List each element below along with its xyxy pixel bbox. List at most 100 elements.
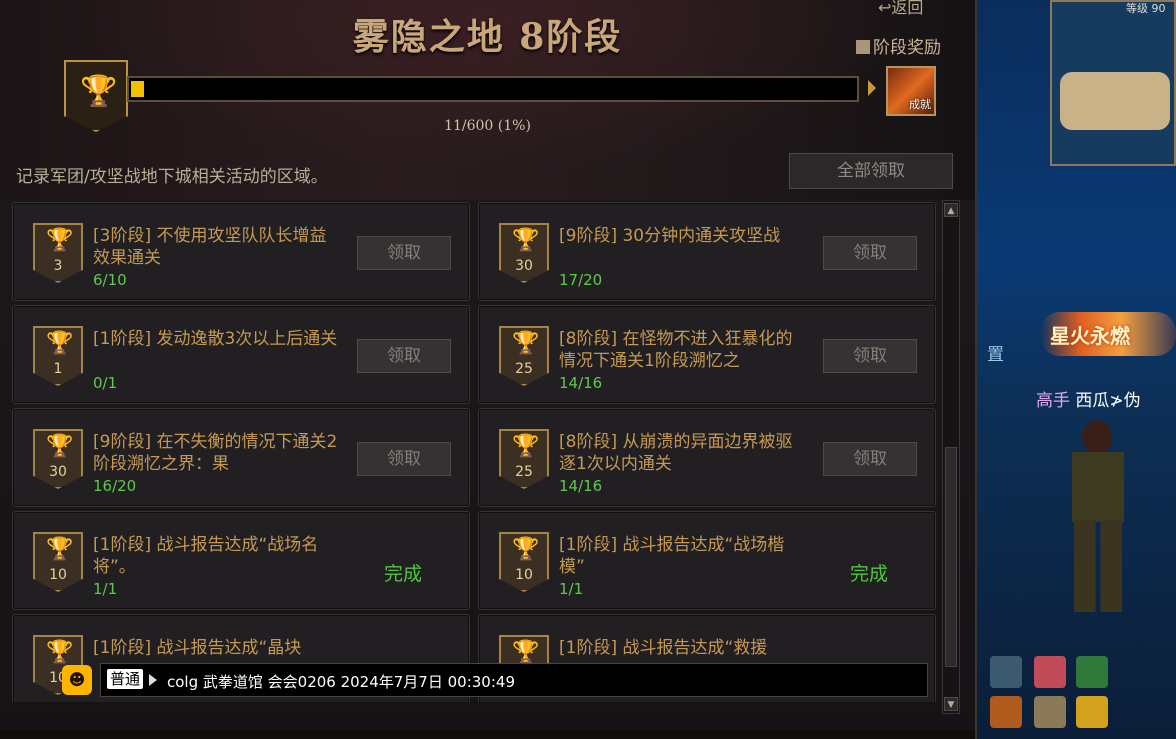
minimap-land xyxy=(1060,72,1170,130)
bottom-strip xyxy=(0,730,975,739)
stage-badge: 🏆 1 xyxy=(33,326,83,386)
trophy-icon: 🏆 xyxy=(46,228,74,253)
hotbar-slot-5[interactable] xyxy=(1034,696,1066,728)
scroll-thumb[interactable] xyxy=(945,447,957,667)
achievement-name: [9阶段] 在不失衡的情况下通关2阶段溯忆之界：果 xyxy=(93,432,338,474)
stage-badge: 🏆 10 xyxy=(33,532,83,592)
stage-badge-number: 30 xyxy=(49,464,67,480)
skill-hotbar xyxy=(988,652,1176,739)
hotbar-slot-1[interactable] xyxy=(990,656,1022,688)
achievement-count: 6/10 xyxy=(93,271,127,289)
stage-badge-number: 30 xyxy=(515,258,533,274)
claim-button[interactable]: 领取 xyxy=(823,236,917,270)
claim-button[interactable]: 领取 xyxy=(357,339,451,373)
player-character xyxy=(1060,420,1140,620)
achievement-name: [1阶段] 战斗报告达成“战场名将”。 xyxy=(93,535,319,577)
stage-badge-number: 25 xyxy=(515,464,533,480)
achievement-count: 14/16 xyxy=(559,374,603,392)
trophy-icon: 🏆 xyxy=(46,537,74,562)
character-legs xyxy=(1074,520,1122,612)
event-banner: 星火永燃 xyxy=(1040,312,1176,356)
claim-button[interactable]: 领取 xyxy=(357,236,451,270)
progress-bar xyxy=(127,76,859,102)
gift-icon xyxy=(856,40,870,54)
achievement-count: 1/1 xyxy=(559,580,584,598)
trophy-icon: 🏆 xyxy=(512,537,540,562)
claim-button[interactable]: 领取 xyxy=(823,339,917,373)
trophy-icon: 🏆 xyxy=(512,434,540,459)
achievement-name: [8阶段] 在怪物不进入狂暴化的情况下通关1阶段溯忆之 xyxy=(559,329,793,371)
stage-reward-label: 阶段奖励 xyxy=(873,38,941,58)
list-scrollbar[interactable]: ▲ ▼ xyxy=(942,200,960,714)
trophy-icon: 🏆 xyxy=(80,74,118,109)
stage-badge: 🏆 25 xyxy=(499,326,549,386)
trophy-icon: 🏆 xyxy=(512,228,540,253)
achievement-list: 🏆 3 [3阶段] 不使用攻坚队队长增益效果通关 6/10 领取 🏆 30 [9阶段] 30分… xyxy=(12,202,937,702)
complete-label: 完成 xyxy=(850,563,889,585)
hotbar-slot-2[interactable] xyxy=(1034,656,1066,688)
stage-badge-number: 1 xyxy=(53,361,63,377)
stage-badge-number: 10 xyxy=(49,567,67,583)
minimap-level: 等级 90 xyxy=(1126,2,1166,15)
achievement-card: 🏆 10 [1阶段] 战斗报告达成“战场楷模” 1/1 完成 xyxy=(478,511,936,610)
minimap[interactable]: 等级 90 xyxy=(1050,0,1176,166)
player-name: 西瓜≯伪 xyxy=(1075,391,1141,411)
trophy-icon: 🏆 xyxy=(46,434,74,459)
achievement-count: 14/16 xyxy=(559,477,603,495)
back-button[interactable]: ↩返回 xyxy=(878,0,923,18)
achievement-count: 1/1 xyxy=(93,580,118,598)
channel-arrow-icon[interactable] xyxy=(149,674,157,686)
trophy-icon: 🏆 xyxy=(512,640,540,665)
progress-arrow-icon xyxy=(868,80,876,96)
claim-button[interactable]: 领取 xyxy=(823,442,917,476)
chat-bar: ☻ 普通 colg 武拳道馆 会会0206 2024年7月7日 00:30:49 xyxy=(62,663,928,697)
achievement-card: 🏆 25 [8阶段] 在怪物不进入狂暴化的情况下通关1阶段溯忆之 14/16 领取 xyxy=(478,305,936,404)
achievement-name: [8阶段] 从崩溃的异面边界被驱逐1次以内通关 xyxy=(559,432,793,474)
claim-button[interactable]: 领取 xyxy=(357,442,451,476)
achievement-count: 16/20 xyxy=(93,477,137,495)
stage-badge: 🏆 30 xyxy=(33,429,83,489)
stage-badge-number: 25 xyxy=(515,361,533,377)
scroll-up-icon[interactable]: ▲ xyxy=(944,203,958,217)
hotbar-slot-3[interactable] xyxy=(1076,656,1108,688)
emoji-icon[interactable]: ☻ xyxy=(62,665,92,695)
achievement-name: [1阶段] 战斗报告达成“战场楷模” xyxy=(559,535,785,577)
stage-badge: 🏆 3 xyxy=(33,223,83,283)
chat-message: colg 武拳道馆 会会0206 2024年7月7日 00:30:49 xyxy=(167,673,515,691)
achievement-card: 🏆 30 [9阶段] 在不失衡的情况下通关2阶段溯忆之界：果 16/20 领取 xyxy=(12,408,470,507)
achievement-card: 🏆 3 [3阶段] 不使用攻坚队队长增益效果通关 6/10 领取 xyxy=(12,202,470,301)
stage-reward-button[interactable]: 阶段奖励 xyxy=(856,33,941,58)
achievement-name: [3阶段] 不使用攻坚队队长增益效果通关 xyxy=(93,226,327,268)
setting-text-fragment: 置 xyxy=(987,345,1004,365)
achievement-card: 🏆 30 [9阶段] 30分钟内通关攻坚战 17/20 领取 xyxy=(478,202,936,301)
progress-bar-fill xyxy=(131,81,144,97)
achievement-panel: 雾隐之地 8阶段 ↩返回 阶段奖励 🏆 成就 11/600 (1%) 记录军团/… xyxy=(0,0,977,739)
achievement-name: [1阶段] 战斗报告达成“晶块 xyxy=(93,638,302,658)
chat-channel[interactable]: 普通 xyxy=(107,669,144,689)
panel-title: 雾隐之地 8阶段 xyxy=(352,16,623,58)
stage-badge-number: 10 xyxy=(515,567,533,583)
chat-input[interactable]: 普通 colg 武拳道馆 会会0206 2024年7月7日 00:30:49 xyxy=(100,663,928,697)
stage-badge: 🏆 10 xyxy=(499,532,549,592)
achievement-reward-icon[interactable]: 成就 xyxy=(886,66,936,116)
hotbar-slot-4[interactable] xyxy=(990,696,1022,728)
scroll-down-icon[interactable]: ▼ xyxy=(944,697,958,711)
trophy-icon: 🏆 xyxy=(46,640,74,665)
progress-text: 11/600 (1%) xyxy=(444,118,531,134)
achievement-name: [9阶段] 30分钟内通关攻坚战 xyxy=(559,226,781,246)
claim-all-button[interactable]: 全部领取 xyxy=(789,153,953,189)
stage-badge-number: 3 xyxy=(53,258,63,274)
achievement-count: 0/1 xyxy=(93,374,118,392)
hotbar-slot-6[interactable] xyxy=(1076,696,1108,728)
event-banner-text: 星火永燃 xyxy=(1050,324,1130,348)
player-nameplate: 高手 西瓜≯伪 xyxy=(1036,386,1141,411)
stage-badge: 🏆 30 xyxy=(499,223,549,283)
complete-label: 完成 xyxy=(384,563,423,585)
achievement-card: 🏆 1 [1阶段] 发动逸散3次以上后通关 0/1 领取 xyxy=(12,305,470,404)
achievement-count: 17/20 xyxy=(559,271,603,289)
panel-description: 记录军团/攻坚战地下城相关活动的区域。 xyxy=(16,167,328,187)
stage-badge: 🏆 25 xyxy=(499,429,549,489)
achievement-icon-label: 成就 xyxy=(909,98,931,111)
player-rank: 高手 xyxy=(1036,391,1070,411)
achievement-card: 🏆 10 [1阶段] 战斗报告达成“战场名将”。 1/1 完成 xyxy=(12,511,470,610)
